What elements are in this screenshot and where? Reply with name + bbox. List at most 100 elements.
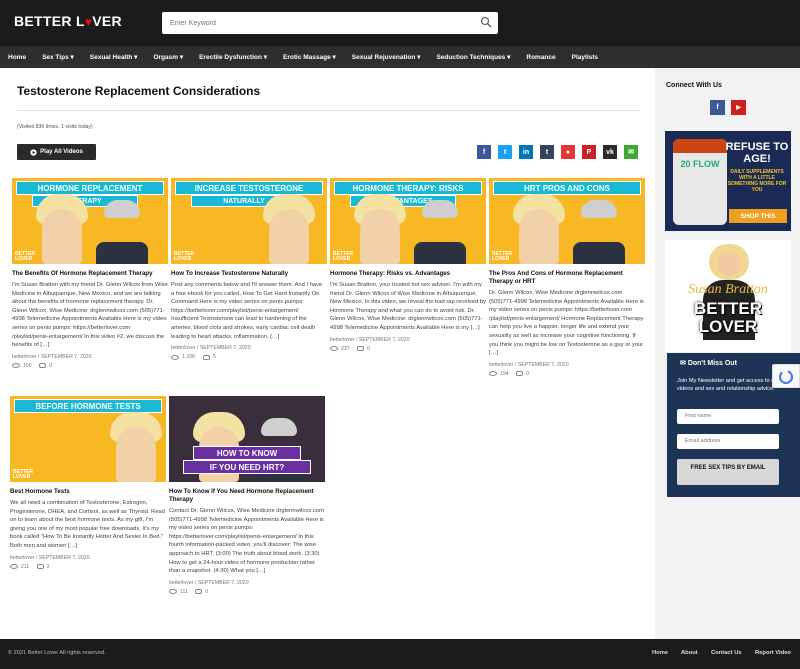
nav-home[interactable]: Home — [8, 54, 26, 61]
title-divider — [17, 110, 640, 111]
guest-hair — [261, 418, 297, 436]
ad-shop-button[interactable]: SHOP THIS — [729, 209, 787, 223]
top-bar: BETTER L♥VER — [0, 0, 800, 46]
nav-erotic-massage[interactable]: Erotic Massage ▾ — [283, 53, 336, 61]
nav-playlists[interactable]: Playlists — [572, 54, 598, 61]
video-thumbnail[interactable]: HORMONE REPLACEMENT THERAPY BETTER LOVER — [12, 178, 168, 264]
comments-count: 0 — [367, 345, 370, 352]
video-stats: 211 2 — [10, 564, 166, 570]
brand-name-script: Susan Bratton — [688, 282, 768, 297]
newsletter-title-text: Don't Miss Out — [687, 360, 737, 367]
search-icon[interactable] — [480, 16, 492, 28]
video-thumbnail[interactable]: HOW TO KNOW IF YOU NEED HRT? — [169, 396, 325, 482]
views-icon — [12, 363, 20, 369]
nav-sexual-health[interactable]: Sexual Health ▾ — [90, 53, 138, 61]
video-thumbnail[interactable]: INCREASE TESTOSTERONE NATURALLY BETTER LO… — [171, 178, 327, 264]
youtube-icon[interactable]: ▶ — [731, 100, 746, 115]
comments-count: 5 — [213, 354, 216, 361]
footer-about-link[interactable]: About — [681, 650, 698, 656]
linkedin-share-icon[interactable]: in — [519, 145, 533, 159]
email-share-icon[interactable]: ✉ — [624, 145, 638, 159]
thumbnail-banner: HORMONE REPLACEMENT — [16, 181, 164, 195]
video-thumbnail[interactable]: HORMONE THERAPY: RISKS VS ADVANTAGES BET… — [330, 178, 486, 264]
guest-shirt — [573, 242, 625, 264]
video-stats: 111 0 — [169, 589, 325, 595]
nav-sex-tips[interactable]: Sex Tips ▾ — [42, 53, 74, 61]
tumblr-share-icon[interactable]: t — [540, 145, 554, 159]
video-card[interactable]: HORMONE REPLACEMENT THERAPY BETTER LOVER … — [12, 178, 168, 369]
thumbnail-banner: HOW TO KNOW — [193, 446, 301, 460]
guest-hair — [422, 200, 458, 218]
video-thumbnail[interactable]: HRT PROS AND CONS BETTER LOVER — [489, 178, 645, 264]
play-all-button[interactable]: Play All Videos — [17, 144, 96, 160]
pinterest-share-icon[interactable]: P — [582, 145, 596, 159]
video-card[interactable]: BEFORE HORMONE TESTS BETTER LOVER Best Ho… — [10, 396, 166, 570]
views-icon — [10, 564, 18, 570]
logo-text-right: VER — [92, 13, 122, 29]
newsletter-submit-button[interactable]: FREE SEX TIPS BY EMAIL — [677, 459, 779, 485]
play-all-label: Play All Videos — [40, 149, 83, 155]
video-card[interactable]: HRT PROS AND CONS BETTER LOVER The Pros A… — [489, 178, 645, 377]
thumbnail-watermark: BETTER LOVER — [13, 469, 33, 480]
nav-erectile-dysfunction[interactable]: Erectile Dysfunction ▾ — [199, 53, 267, 61]
vk-share-icon[interactable]: vk — [603, 145, 617, 159]
can-lid — [673, 139, 727, 153]
video-card[interactable]: HOW TO KNOW IF YOU NEED HRT? How To Know… — [169, 396, 325, 595]
video-thumbnail[interactable]: BEFORE HORMONE TESTS BETTER LOVER — [10, 396, 166, 482]
comments-icon — [516, 371, 524, 377]
search-box — [162, 12, 498, 35]
video-excerpt: Contact Dr. Glenn Wilcox, Wise Medicine … — [169, 508, 324, 575]
footer-home-link[interactable]: Home — [652, 650, 668, 656]
video-title[interactable]: Hormone Therapy: Risks vs. Advantages — [330, 270, 486, 278]
host-image — [519, 209, 559, 264]
comments-icon — [195, 589, 203, 595]
comments-count: 2 — [46, 563, 50, 570]
facebook-icon[interactable]: f — [710, 100, 725, 115]
supplement-ad[interactable]: 20 FLOW REFUSE TO AGE! DAILY SUPPLEMENTS… — [665, 131, 791, 231]
visit-counter: (Visited 836 times, 1 visits today) — [17, 124, 93, 130]
play-icon — [30, 148, 37, 156]
video-meta: betterlover / SEPTEMBER 7, 2020 — [171, 345, 251, 352]
guest-hair — [581, 200, 617, 218]
site-logo[interactable]: BETTER L♥VER — [14, 13, 122, 29]
guest-hair — [104, 200, 140, 218]
recaptcha-badge[interactable] — [772, 364, 800, 388]
ad-headline: REFUSE TO AGE! — [725, 141, 789, 165]
views-count: 237 — [341, 345, 350, 352]
twitter-share-icon[interactable]: t — [498, 145, 512, 159]
nav-sexual-rejuvenation[interactable]: Sexual Rejuvenation ▾ — [352, 53, 421, 61]
nav-orgasm[interactable]: Orgasm ▾ — [153, 53, 183, 61]
email-field[interactable] — [677, 434, 779, 449]
nav-romance[interactable]: Romance — [526, 54, 555, 61]
video-title[interactable]: The Pros And Cons of Hormone Replacement… — [489, 270, 645, 286]
connect-title: Connect With Us — [666, 82, 722, 89]
video-card[interactable]: INCREASE TESTOSTERONE NATURALLY BETTER LO… — [171, 178, 327, 360]
comments-icon — [39, 363, 47, 369]
video-title[interactable]: The Benefits Of Hormone Replacement Ther… — [12, 270, 168, 278]
video-title[interactable]: How To Know If You Need Hormone Replacem… — [169, 488, 325, 504]
reddit-share-icon[interactable]: ● — [561, 145, 575, 159]
thumbnail-watermark: BETTER LOVER — [15, 251, 35, 262]
first-name-field[interactable] — [677, 409, 779, 424]
logo-text-left: BETTER L — [14, 13, 85, 29]
comments-icon — [357, 346, 365, 352]
footer-report-link[interactable]: Report Video — [755, 650, 791, 656]
search-input[interactable] — [162, 12, 462, 35]
footer-contact-link[interactable]: Contact Us — [711, 650, 742, 656]
facebook-share-icon[interactable]: f — [477, 145, 491, 159]
video-stats: 194 0 — [489, 371, 645, 377]
comments-count: 0 — [49, 362, 52, 369]
video-title[interactable]: Best Hormone Tests — [10, 488, 166, 496]
nav-seduction-techniques[interactable]: Seduction Techniques ▾ — [436, 53, 510, 61]
host-image — [360, 209, 400, 264]
video-card[interactable]: HORMONE THERAPY: RISKS VS ADVANTAGES BET… — [330, 178, 486, 352]
newsletter-title: ✉ Don't Miss Out — [680, 359, 737, 367]
susan-bratton-banner[interactable]: Susan Bratton BETTER LOVER — [665, 240, 791, 352]
thumbnail-watermark: BETTER LOVER — [492, 251, 512, 262]
video-title[interactable]: How To Increase Testosterone Naturally — [171, 270, 327, 278]
thumbnail-watermark: BETTER LOVER — [333, 251, 353, 262]
video-stats: 1.20K 5 — [171, 354, 327, 360]
thumbnail-banner: HORMONE THERAPY: RISKS — [334, 181, 482, 195]
thumbnail-watermark: BETTER LOVER — [174, 251, 194, 262]
recaptcha-icon — [778, 369, 794, 385]
